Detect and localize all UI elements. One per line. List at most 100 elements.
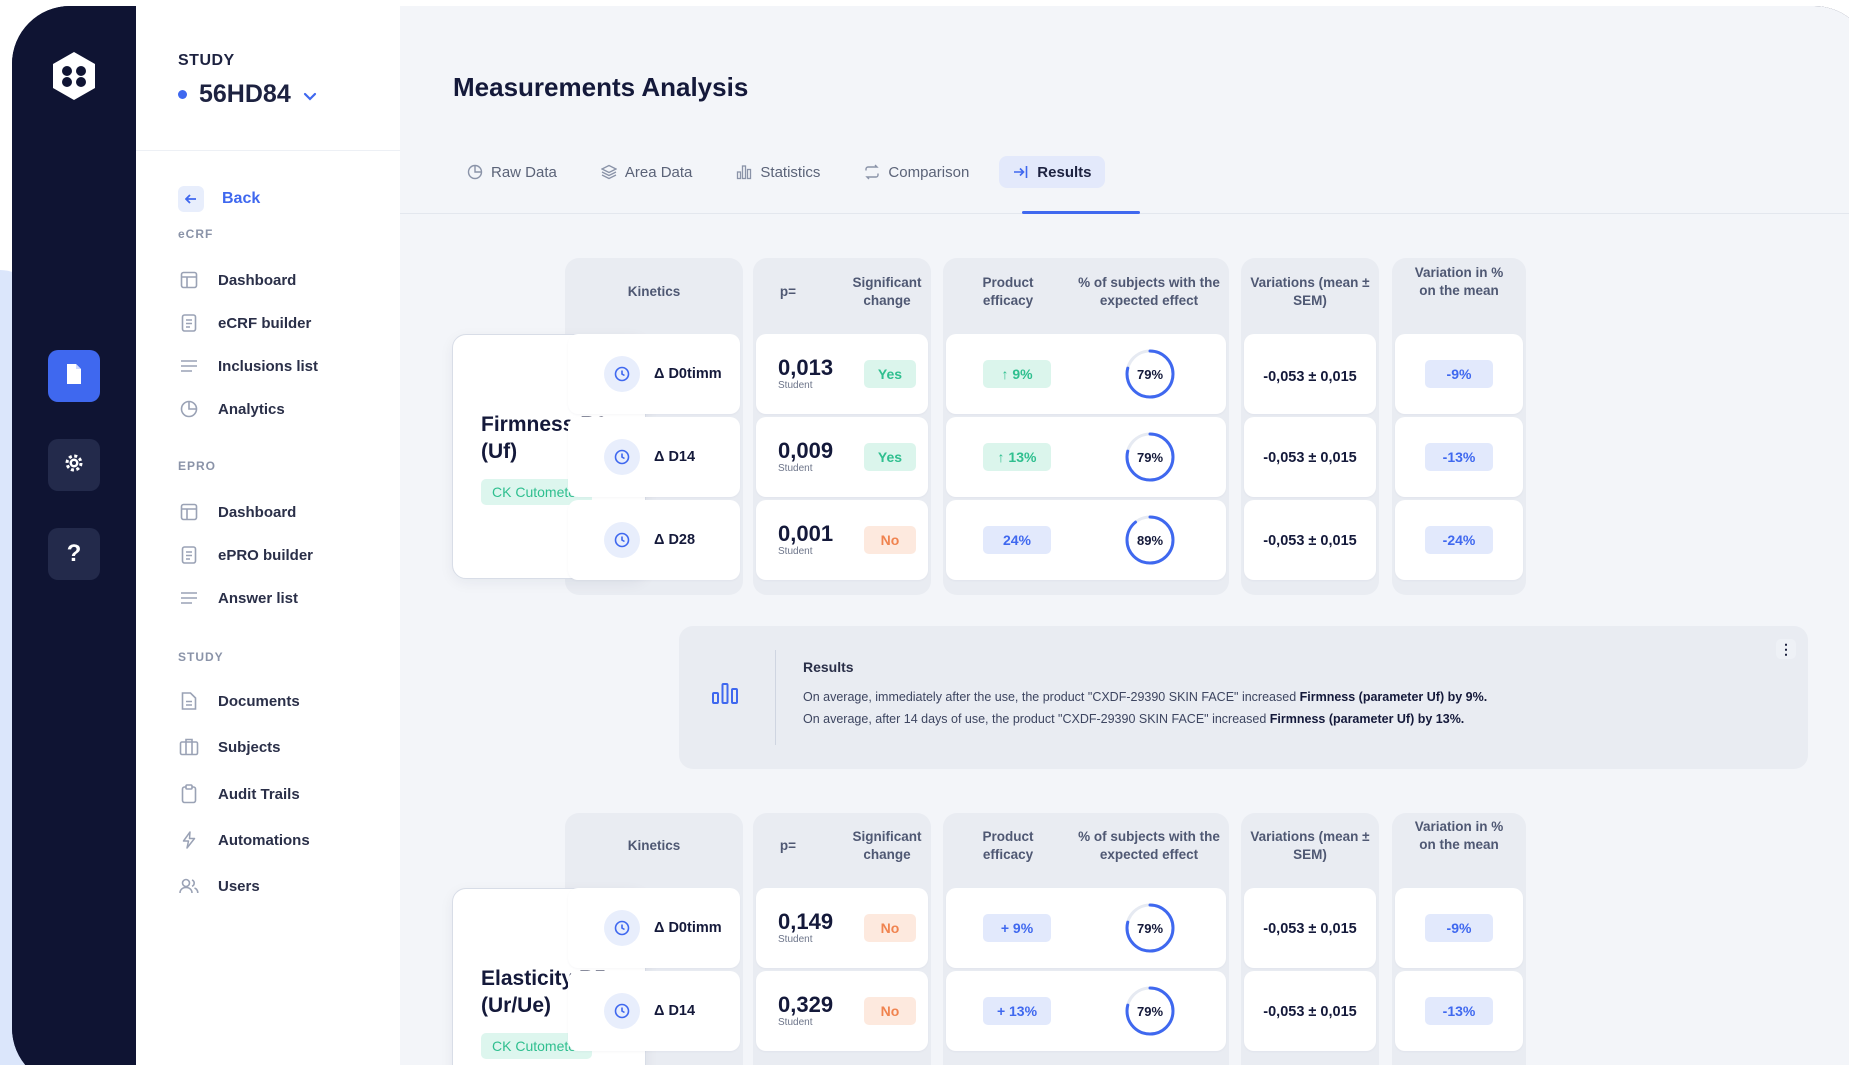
study-name: 56HD84 bbox=[199, 80, 291, 108]
sidebar-item-epro-builder[interactable]: ePRO builder bbox=[178, 544, 313, 566]
more-options-icon[interactable]: ⋮ bbox=[1776, 639, 1796, 659]
kinetic-row: Δ D0timm bbox=[604, 910, 722, 946]
p-value: 0,329 Student bbox=[778, 992, 833, 1028]
header-kinetics: Kinetics bbox=[627, 284, 681, 299]
bar-chart-icon bbox=[737, 165, 752, 180]
sign-in-arrow-icon bbox=[1014, 166, 1028, 178]
rail-documents-button[interactable] bbox=[48, 350, 100, 402]
nav-label: Answer list bbox=[218, 589, 299, 607]
tab-comparison[interactable]: Comparison bbox=[850, 156, 983, 188]
tab-results[interactable]: Results bbox=[999, 156, 1106, 188]
subjects-progress-ring: 79% bbox=[1123, 984, 1177, 1038]
page-title: Measurements Analysis bbox=[453, 72, 749, 102]
results-highlight: Firmness (parameter Uf) by 13%. bbox=[1269, 712, 1465, 726]
kinetic-row: Δ D14 bbox=[604, 439, 695, 475]
tab-raw-data[interactable]: Raw Data bbox=[453, 156, 571, 188]
active-tab-indicator bbox=[1022, 211, 1140, 214]
efficacy-badge: ↑ 9% bbox=[983, 360, 1051, 388]
app-logo-icon[interactable] bbox=[46, 48, 102, 104]
clipboard-icon bbox=[178, 783, 200, 805]
chevron-down-icon[interactable] bbox=[303, 80, 317, 109]
kinetic-row: Δ D14 bbox=[604, 993, 695, 1029]
document-icon bbox=[65, 363, 83, 390]
tab-bar: Raw Data Area Data Statistics Comparison… bbox=[453, 156, 1121, 188]
header-kinetics: Kinetics bbox=[627, 838, 681, 853]
variation-pct-badge: -9% bbox=[1425, 914, 1493, 942]
tab-label: Area Data bbox=[624, 163, 693, 181]
variation-value: -0,053 ± 0,015 bbox=[1263, 369, 1357, 385]
header-variations: Variations (mean ± SEM) bbox=[1250, 275, 1370, 309]
sidebar-item-users[interactable]: Users bbox=[178, 875, 260, 897]
p-value: 0,013 Student bbox=[778, 355, 833, 391]
clock-icon bbox=[604, 439, 640, 475]
ring-label: 89% bbox=[1136, 532, 1164, 548]
sidebar-item-ecrf-dashboard[interactable]: Dashboard bbox=[178, 269, 296, 291]
bar-chart-icon bbox=[712, 682, 738, 709]
gear-icon bbox=[63, 452, 85, 479]
sidebar-item-inclusions-list[interactable]: Inclusions list bbox=[178, 355, 318, 377]
sidebar-item-analytics[interactable]: Analytics bbox=[178, 398, 285, 420]
repeat-icon bbox=[865, 164, 880, 180]
header-variations: Variations (mean ± SEM) bbox=[1250, 829, 1370, 863]
variation-value: -0,053 ± 0,015 bbox=[1263, 533, 1357, 549]
efficacy-badge: ↑ 13% bbox=[983, 443, 1051, 471]
ring-label: 79% bbox=[1136, 1003, 1164, 1019]
sidebar-item-documents[interactable]: Documents bbox=[178, 690, 300, 712]
variation-value: -0,053 ± 0,015 bbox=[1263, 921, 1357, 937]
pie-chart-icon bbox=[467, 164, 483, 180]
lightning-icon bbox=[178, 829, 200, 851]
file-list-icon bbox=[178, 544, 200, 566]
p-test: Student bbox=[778, 934, 813, 945]
variation-pct-badge: -13% bbox=[1425, 997, 1493, 1025]
pie-chart-icon bbox=[178, 398, 200, 420]
sidebar-item-ecrf-builder[interactable]: eCRF builder bbox=[178, 312, 311, 334]
header-significant: Significant change bbox=[852, 829, 922, 863]
kinetic-label: Δ D14 bbox=[654, 1003, 696, 1019]
kinetic-label: Δ D0timm bbox=[654, 366, 722, 382]
variation-pct-badge: -9% bbox=[1425, 360, 1493, 388]
layout-icon bbox=[178, 501, 200, 523]
section-epro: EPRO bbox=[178, 459, 217, 473]
kinetic-label: Δ D0timm bbox=[654, 920, 722, 936]
header-p: p= bbox=[779, 838, 797, 853]
significance-badge: No bbox=[864, 914, 916, 942]
p-value: 0,001 Student bbox=[778, 521, 833, 557]
efficacy-badge: 24% bbox=[983, 526, 1051, 554]
sidebar-item-audit-trails[interactable]: Audit Trails bbox=[178, 783, 300, 805]
study-dropdown[interactable]: 56HD84 bbox=[178, 80, 400, 109]
sidebar-item-epro-dashboard[interactable]: Dashboard bbox=[178, 501, 296, 523]
back-button[interactable]: Back bbox=[178, 186, 260, 212]
nav-label: Documents bbox=[218, 692, 300, 710]
subjects-progress-ring: 79% bbox=[1123, 901, 1177, 955]
sidebar-item-answer-list[interactable]: Answer list bbox=[178, 587, 298, 609]
variation-value: -0,053 ± 0,015 bbox=[1263, 450, 1357, 466]
study-kicker: STUDY bbox=[178, 52, 235, 69]
document-icon bbox=[178, 690, 200, 712]
nav-label: Dashboard bbox=[218, 271, 297, 289]
header-variation-pct: Variation in % on the mean bbox=[1414, 819, 1504, 853]
file-list-icon bbox=[178, 312, 200, 334]
rail-help-button[interactable]: ? bbox=[48, 528, 100, 580]
header-efficacy: Product efficacy bbox=[982, 275, 1034, 309]
tab-statistics[interactable]: Statistics bbox=[722, 156, 834, 188]
ring-label: 79% bbox=[1136, 449, 1164, 465]
nav-label: Analytics bbox=[218, 400, 285, 418]
efficacy-badge: + 9% bbox=[983, 914, 1051, 942]
sidebar-item-automations[interactable]: Automations bbox=[178, 829, 310, 851]
tab-area-data[interactable]: Area Data bbox=[587, 156, 707, 188]
nav-label: Automations bbox=[218, 831, 310, 849]
study-selector[interactable]: STUDY 56HD84 bbox=[136, 6, 400, 151]
header-significant: Significant change bbox=[852, 275, 922, 309]
variation-pct-badge: -13% bbox=[1425, 443, 1493, 471]
p-number: 0,329 bbox=[778, 992, 834, 1017]
nav-label: ePRO builder bbox=[218, 546, 314, 564]
header-variation-pct: Variation in % on the mean bbox=[1414, 265, 1504, 299]
clock-icon bbox=[604, 356, 640, 392]
sidebar-item-subjects[interactable]: Subjects bbox=[178, 736, 281, 758]
p-test: Student bbox=[778, 380, 813, 391]
nav-label: Dashboard bbox=[218, 503, 297, 521]
layers-icon bbox=[600, 164, 617, 180]
results-text: On average, after 14 days of use, the pr… bbox=[803, 712, 1270, 726]
rail-settings-button[interactable] bbox=[48, 439, 100, 491]
ring-label: 79% bbox=[1136, 920, 1164, 936]
